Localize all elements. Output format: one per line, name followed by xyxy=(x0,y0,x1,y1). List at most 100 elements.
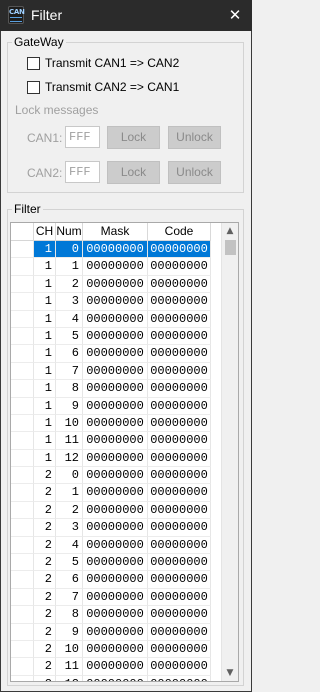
cell-num[interactable]: 7 xyxy=(56,588,83,607)
row-header[interactable] xyxy=(11,640,34,659)
cell-code[interactable]: 00000000 xyxy=(148,258,211,276)
cell-mask[interactable]: 00000000 xyxy=(83,675,148,681)
cell-code[interactable]: 00000000 xyxy=(148,241,211,259)
can2-lock-button[interactable]: Lock xyxy=(107,161,160,184)
cell-ch[interactable]: 1 xyxy=(34,275,56,294)
cell-ch[interactable]: 2 xyxy=(34,675,56,681)
cell-code[interactable]: 00000000 xyxy=(148,275,211,294)
cell-mask[interactable]: 00000000 xyxy=(83,571,148,589)
transmit-can1-to-can2[interactable]: Transmit CAN1 => CAN2 xyxy=(27,55,179,71)
row-header[interactable] xyxy=(11,501,34,520)
cell-mask[interactable]: 00000000 xyxy=(83,275,148,294)
cell-code[interactable]: 00000000 xyxy=(148,623,211,641)
table-row[interactable]: 1 12 00000000 00000000 xyxy=(11,449,211,468)
cell-mask[interactable]: 00000000 xyxy=(83,362,148,381)
table-row[interactable]: 1 3 00000000 00000000 xyxy=(11,293,211,311)
cell-ch[interactable]: 1 xyxy=(34,380,56,398)
cell-num[interactable]: 6 xyxy=(56,345,83,363)
transmit-can2-checkbox[interactable] xyxy=(27,80,40,94)
table-row[interactable]: 1 4 00000000 00000000 xyxy=(11,310,211,328)
cell-num[interactable]: 4 xyxy=(56,310,83,328)
row-header[interactable] xyxy=(11,432,34,450)
table-row[interactable]: 1 11 00000000 00000000 xyxy=(11,432,211,450)
cell-mask[interactable]: 00000000 xyxy=(83,536,148,555)
cell-ch[interactable]: 1 xyxy=(34,362,56,381)
row-header[interactable] xyxy=(11,362,34,381)
cell-mask[interactable]: 00000000 xyxy=(83,623,148,641)
table-row[interactable]: 2 9 00000000 00000000 xyxy=(11,623,211,641)
table-row[interactable]: 2120000000000000000 xyxy=(11,675,211,681)
row-header[interactable] xyxy=(11,275,34,294)
cell-mask[interactable]: 00000000 xyxy=(83,432,148,450)
row-header[interactable] xyxy=(11,327,34,346)
cell-code[interactable]: 00000000 xyxy=(148,484,211,502)
table-row[interactable]: 2 1 00000000 00000000 xyxy=(11,484,211,502)
cell-code[interactable]: 00000000 xyxy=(148,571,211,589)
cell-mask[interactable]: 00000000 xyxy=(83,293,148,311)
table-row[interactable]: 2 3 00000000 00000000 xyxy=(11,519,211,537)
cell-ch[interactable]: 2 xyxy=(34,554,56,572)
vertical-scrollbar[interactable]: ▲ ▼ xyxy=(221,223,238,681)
cell-code[interactable]: 00000000 xyxy=(148,588,211,607)
cell-code[interactable]: 00000000 xyxy=(148,449,211,468)
row-header[interactable] xyxy=(11,467,34,485)
table-row[interactable]: 1 1 00000000 00000000 xyxy=(11,258,211,276)
cell-num[interactable]: 11 xyxy=(56,432,83,450)
cell-ch[interactable]: 2 xyxy=(34,571,56,589)
row-header[interactable] xyxy=(11,675,34,681)
table-row[interactable]: 1 5 00000000 00000000 xyxy=(11,327,211,346)
cell-code[interactable]: 00000000 xyxy=(148,362,211,381)
cell-num[interactable]: 12 xyxy=(56,449,83,468)
cell-ch[interactable]: 2 xyxy=(34,640,56,659)
cell-ch[interactable]: 2 xyxy=(34,519,56,537)
cell-ch[interactable]: 1 xyxy=(34,414,56,433)
cell-ch[interactable]: 1 xyxy=(34,345,56,363)
cell-num[interactable]: 6 xyxy=(56,571,83,589)
cell-mask[interactable]: 00000000 xyxy=(83,501,148,520)
cell-code[interactable]: 00000000 xyxy=(148,345,211,363)
column-header-num[interactable]: Num xyxy=(56,223,83,241)
cell-code[interactable]: 00000000 xyxy=(148,640,211,659)
row-header[interactable] xyxy=(11,536,34,555)
cell-code[interactable]: 00000000 xyxy=(148,380,211,398)
cell-ch[interactable]: 2 xyxy=(34,623,56,641)
cell-num[interactable]: 10 xyxy=(56,414,83,433)
row-header[interactable] xyxy=(11,623,34,641)
cell-code[interactable]: 00000000 xyxy=(148,310,211,328)
cell-num[interactable]: 0 xyxy=(56,467,83,485)
cell-ch[interactable]: 2 xyxy=(34,467,56,485)
cell-code[interactable]: 00000000 xyxy=(148,536,211,555)
table-row[interactable]: 2 6 00000000 00000000 xyxy=(11,571,211,589)
table-row[interactable]: 2 0 00000000 00000000 xyxy=(11,467,211,485)
table-row[interactable]: 1 2 00000000 00000000 xyxy=(11,275,211,294)
cell-mask[interactable]: 00000000 xyxy=(83,640,148,659)
cell-num[interactable]: 11 xyxy=(56,658,83,676)
row-header[interactable] xyxy=(11,554,34,572)
cell-ch[interactable]: 1 xyxy=(34,293,56,311)
column-header-ch[interactable]: CH xyxy=(34,223,56,241)
table-row[interactable]: 2 10 00000000 00000000 xyxy=(11,640,211,659)
cell-num[interactable]: 9 xyxy=(56,623,83,641)
cell-mask[interactable]: 00000000 xyxy=(83,606,148,624)
cell-code[interactable]: 00000000 xyxy=(148,397,211,415)
title-bar[interactable]: CAN Filter ✕ xyxy=(0,0,252,31)
cell-mask[interactable]: 00000000 xyxy=(83,449,148,468)
cell-code[interactable]: 00000000 xyxy=(148,414,211,433)
row-header[interactable] xyxy=(11,519,34,537)
cell-num[interactable]: 3 xyxy=(56,519,83,537)
cell-mask[interactable]: 00000000 xyxy=(83,310,148,328)
cell-ch[interactable]: 1 xyxy=(34,258,56,276)
cell-num[interactable]: 0 xyxy=(56,241,83,259)
cell-code[interactable]: 00000000 xyxy=(148,432,211,450)
cell-ch[interactable]: 2 xyxy=(34,501,56,520)
row-header[interactable] xyxy=(11,449,34,468)
cell-mask[interactable]: 00000000 xyxy=(83,658,148,676)
cell-ch[interactable]: 1 xyxy=(34,327,56,346)
column-header-mask[interactable]: Mask xyxy=(83,223,148,241)
cell-mask[interactable]: 00000000 xyxy=(83,380,148,398)
row-header[interactable] xyxy=(11,293,34,311)
cell-num[interactable]: 3 xyxy=(56,293,83,311)
cell-mask[interactable]: 00000000 xyxy=(83,258,148,276)
cell-code[interactable]: 00000000 xyxy=(148,675,211,681)
cell-ch[interactable]: 2 xyxy=(34,588,56,607)
